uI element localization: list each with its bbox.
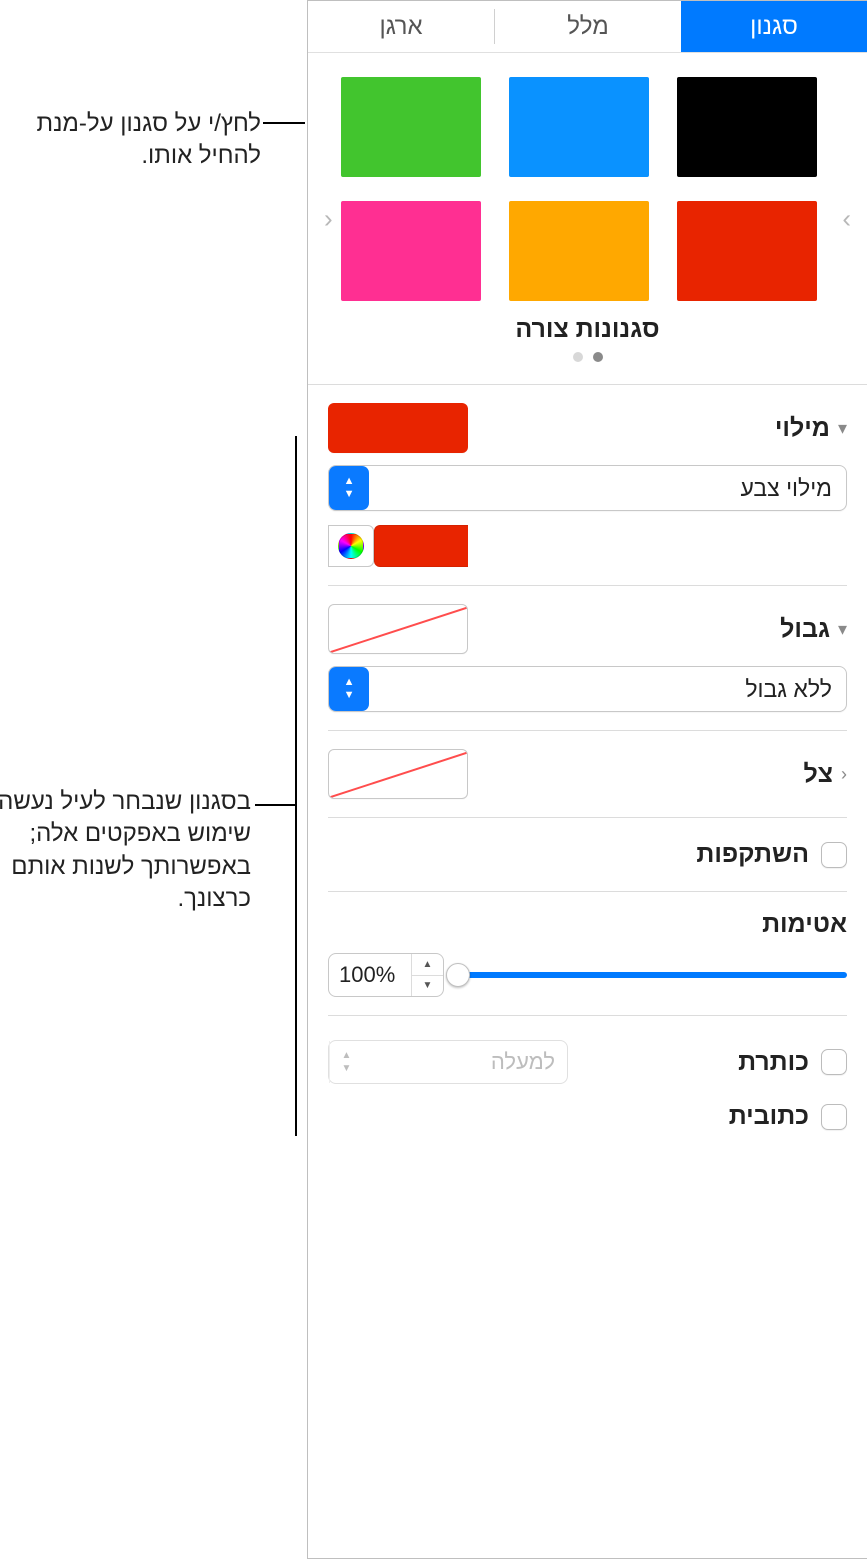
- callout-bracket-line: [295, 436, 297, 1136]
- callout-leader-line: [263, 122, 305, 124]
- page-dot[interactable]: [573, 352, 583, 362]
- title-checkbox[interactable]: [821, 1049, 847, 1075]
- border-type-value: ללא גבול: [369, 676, 846, 703]
- reflection-checkbox[interactable]: [821, 842, 847, 868]
- fill-type-popup[interactable]: מילוי צבע ▲▼: [328, 465, 847, 511]
- title-label: כותרת: [738, 1048, 809, 1077]
- caption-checkbox[interactable]: [821, 1104, 847, 1130]
- border-type-popup[interactable]: ללא גבול ▲▼: [328, 666, 847, 712]
- caption-label: כתובית: [729, 1102, 809, 1131]
- opacity-field[interactable]: 100% ▲ ▼: [328, 953, 444, 997]
- opacity-value: 100%: [329, 954, 411, 996]
- title-caption-section: כותרת ▲▼ למעלה כתובית: [328, 1016, 847, 1153]
- style-swatch[interactable]: [341, 201, 481, 301]
- style-swatch[interactable]: [677, 201, 817, 301]
- format-inspector-panel: סגנון מלל ארגן › ‹ סגנונות צורה: [307, 0, 867, 1559]
- chevron-left-icon[interactable]: ‹: [841, 764, 847, 785]
- style-page-dots: [328, 352, 847, 362]
- fill-type-value: מילוי צבע: [369, 475, 846, 502]
- opacity-section: אטימות 100% ▲ ▼: [328, 892, 847, 1016]
- step-down-icon[interactable]: ▼: [412, 976, 443, 997]
- popup-arrows-icon: ▲▼: [329, 466, 369, 510]
- opacity-label: אטימות: [328, 910, 847, 939]
- fill-title: מילוי: [775, 414, 830, 443]
- opacity-stepper[interactable]: ▲ ▼: [411, 954, 443, 996]
- fill-color-well[interactable]: [374, 525, 468, 567]
- popup-arrows-icon: ▲▼: [329, 1041, 363, 1083]
- title-position-value: למעלה: [363, 1049, 567, 1075]
- shape-style-grid: [328, 77, 847, 301]
- style-swatch[interactable]: [341, 77, 481, 177]
- style-swatch[interactable]: [677, 77, 817, 177]
- shape-styles-label: סגנונות צורה: [328, 315, 847, 344]
- shadow-preview[interactable]: [328, 749, 468, 799]
- color-picker-button[interactable]: [328, 525, 374, 567]
- title-position-popup: ▲▼ למעלה: [328, 1040, 568, 1084]
- callout-effects: בסגנון שנבחר לעיל נעשה שימוש באפקטים אלה…: [0, 786, 251, 916]
- popup-arrows-icon: ▲▼: [329, 667, 369, 711]
- inspector-tabs: סגנון מלל ארגן: [308, 1, 867, 53]
- styles-prev-icon[interactable]: ‹: [324, 203, 333, 234]
- fill-section: ▾ מילוי מילוי צבע ▲▼: [328, 385, 847, 586]
- callout-leader-line: [255, 804, 297, 806]
- tab-arrange[interactable]: ארגן: [308, 1, 494, 52]
- tab-style[interactable]: סגנון: [681, 1, 867, 52]
- styles-next-icon[interactable]: ›: [842, 203, 851, 234]
- fill-preview[interactable]: [328, 403, 468, 453]
- border-section: ▾ גבול ללא גבול ▲▼: [328, 586, 847, 731]
- border-title: גבול: [780, 615, 830, 644]
- reflection-section: השתקפות: [328, 818, 847, 892]
- shape-styles-area: › ‹ סגנונות צורה: [328, 53, 847, 384]
- chevron-down-icon[interactable]: ▾: [838, 418, 847, 439]
- tab-text[interactable]: מלל: [495, 1, 681, 52]
- style-swatch[interactable]: [509, 201, 649, 301]
- border-preview[interactable]: [328, 604, 468, 654]
- page-dot[interactable]: [593, 352, 603, 362]
- step-up-icon[interactable]: ▲: [412, 954, 443, 976]
- shadow-title: צל: [803, 760, 833, 789]
- shadow-section: ‹ צל: [328, 731, 847, 818]
- slider-thumb[interactable]: [446, 963, 470, 987]
- style-swatch[interactable]: [509, 77, 649, 177]
- chevron-down-icon[interactable]: ▾: [838, 619, 847, 640]
- fill-color-row: [328, 525, 468, 567]
- callout-click-style: לחץ/י על סגנון על-מנת להחיל אותו.: [11, 108, 261, 173]
- reflection-label: השתקפות: [696, 840, 809, 869]
- color-wheel-icon: [338, 533, 364, 559]
- opacity-slider[interactable]: [458, 963, 847, 987]
